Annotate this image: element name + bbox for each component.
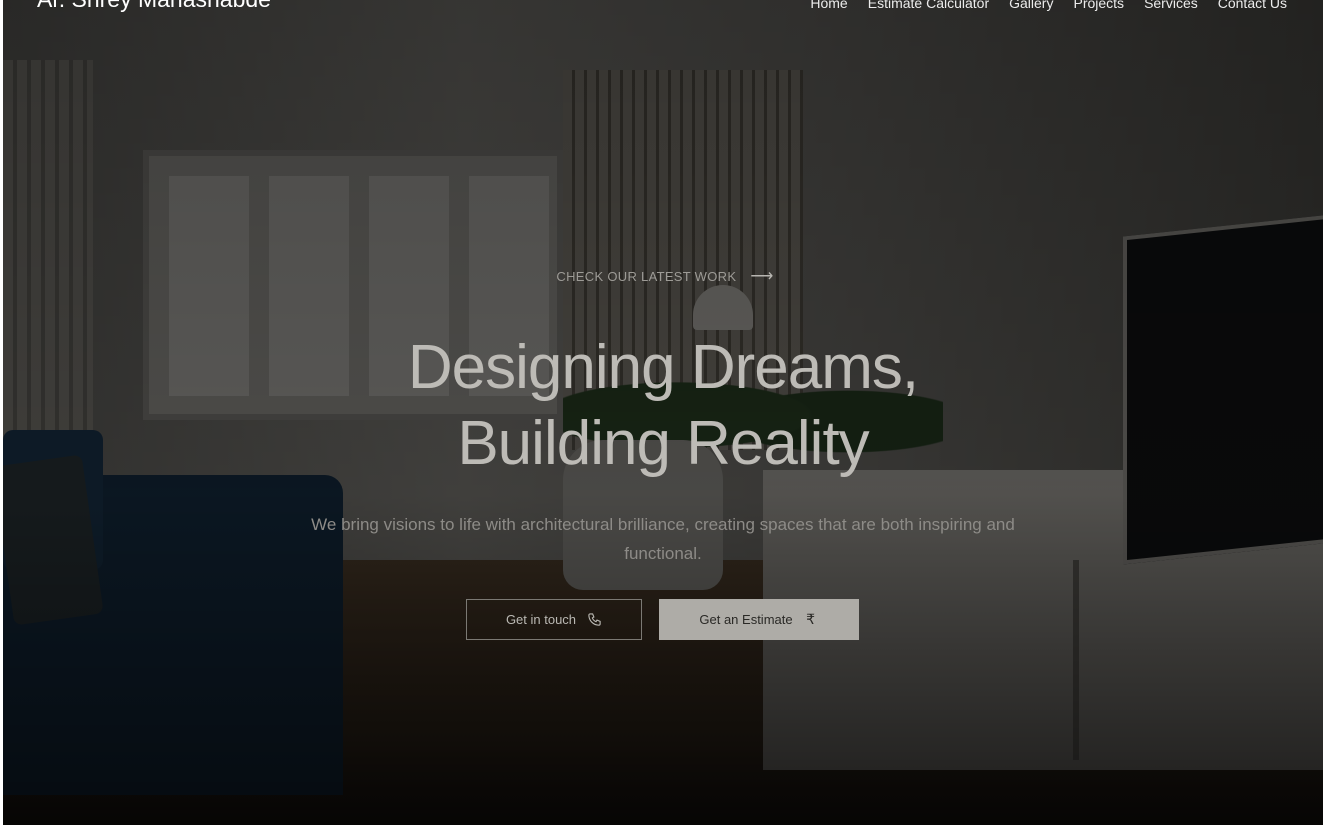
hero-subtext: We bring visions to life with architectu…: [311, 515, 1015, 563]
nav-item-contact-us[interactable]: Contact Us: [1218, 0, 1287, 11]
hero-headline-line1: Designing Dreams,: [407, 333, 919, 402]
main-nav: Home Estimate Calculator Gallery Project…: [810, 0, 1287, 11]
hero-section: Ar. Shrey Mahashabde Home Estimate Calcu…: [3, 0, 1323, 825]
get-estimate-button[interactable]: Get an Estimate ₹: [659, 599, 859, 640]
nav-item-estimate-calculator[interactable]: Estimate Calculator: [868, 0, 989, 11]
rupee-icon: ₹: [806, 611, 816, 627]
get-estimate-label: Get an Estimate: [699, 612, 793, 627]
get-in-touch-label: Get in touch: [505, 612, 577, 627]
nav-item-services[interactable]: Services: [1144, 0, 1198, 11]
brand-logo-text[interactable]: Ar. Shrey Mahashabde: [37, 0, 271, 13]
phone-icon: [586, 612, 602, 628]
hero-headline-line2: Building Reality: [457, 409, 869, 478]
arrow-right-icon: ⟶: [750, 268, 774, 285]
latest-work-link[interactable]: CHECK OUR LATEST WORK ⟶: [515, 258, 815, 294]
nav-item-home[interactable]: Home: [810, 0, 847, 11]
nav-item-projects[interactable]: Projects: [1073, 0, 1124, 11]
get-in-touch-button[interactable]: Get in touch: [466, 599, 642, 640]
latest-work-label: CHECK OUR LATEST WORK: [556, 268, 737, 284]
nav-item-gallery[interactable]: Gallery: [1009, 0, 1053, 11]
